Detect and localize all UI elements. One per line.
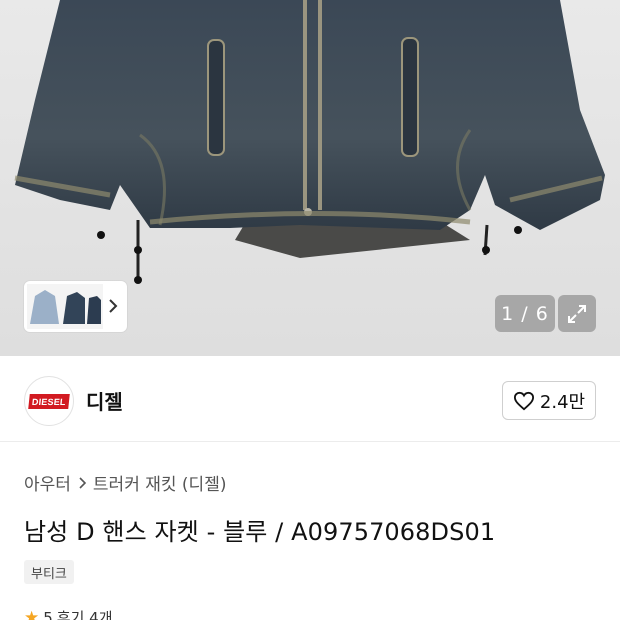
brand-name[interactable]: 디젤 bbox=[86, 386, 123, 415]
image-counter: 1 / 6 bbox=[495, 295, 555, 332]
boutique-tag: 부티크 bbox=[24, 560, 74, 584]
review-score: 5 bbox=[43, 608, 53, 620]
brand-row: DIESEL 디젤 2.4만 bbox=[0, 356, 620, 442]
brand-logo[interactable]: DIESEL bbox=[24, 376, 74, 426]
product-title: 남성 D 핸스 자켓 - 블루 / A09757068DS01 bbox=[24, 518, 496, 546]
expand-button[interactable] bbox=[558, 295, 596, 332]
chevron-right-icon bbox=[79, 476, 87, 489]
breadcrumb-parent[interactable]: 아우터 bbox=[24, 470, 71, 495]
review-count: 후기 4개 bbox=[56, 609, 113, 620]
brand-logo-text: DIESEL bbox=[28, 393, 70, 409]
thumbnail-images bbox=[27, 284, 103, 329]
like-button[interactable]: 2.4만 bbox=[502, 381, 596, 420]
expand-icon bbox=[568, 304, 586, 323]
product-image-gallery[interactable]: 1 / 6 bbox=[0, 0, 620, 356]
review-summary[interactable]: ★ 5 후기 4개 bbox=[24, 607, 113, 620]
chevron-right-icon[interactable] bbox=[106, 296, 120, 316]
like-count: 2.4만 bbox=[539, 391, 586, 413]
breadcrumb: 아우터 트러커 재킷 (디젤) bbox=[24, 470, 226, 495]
heart-outline-icon bbox=[513, 391, 534, 410]
breadcrumb-current[interactable]: 트러커 재킷 (디젤) bbox=[93, 470, 227, 495]
star-icon: ★ bbox=[24, 607, 40, 620]
thumbnail-strip[interactable] bbox=[24, 281, 127, 332]
